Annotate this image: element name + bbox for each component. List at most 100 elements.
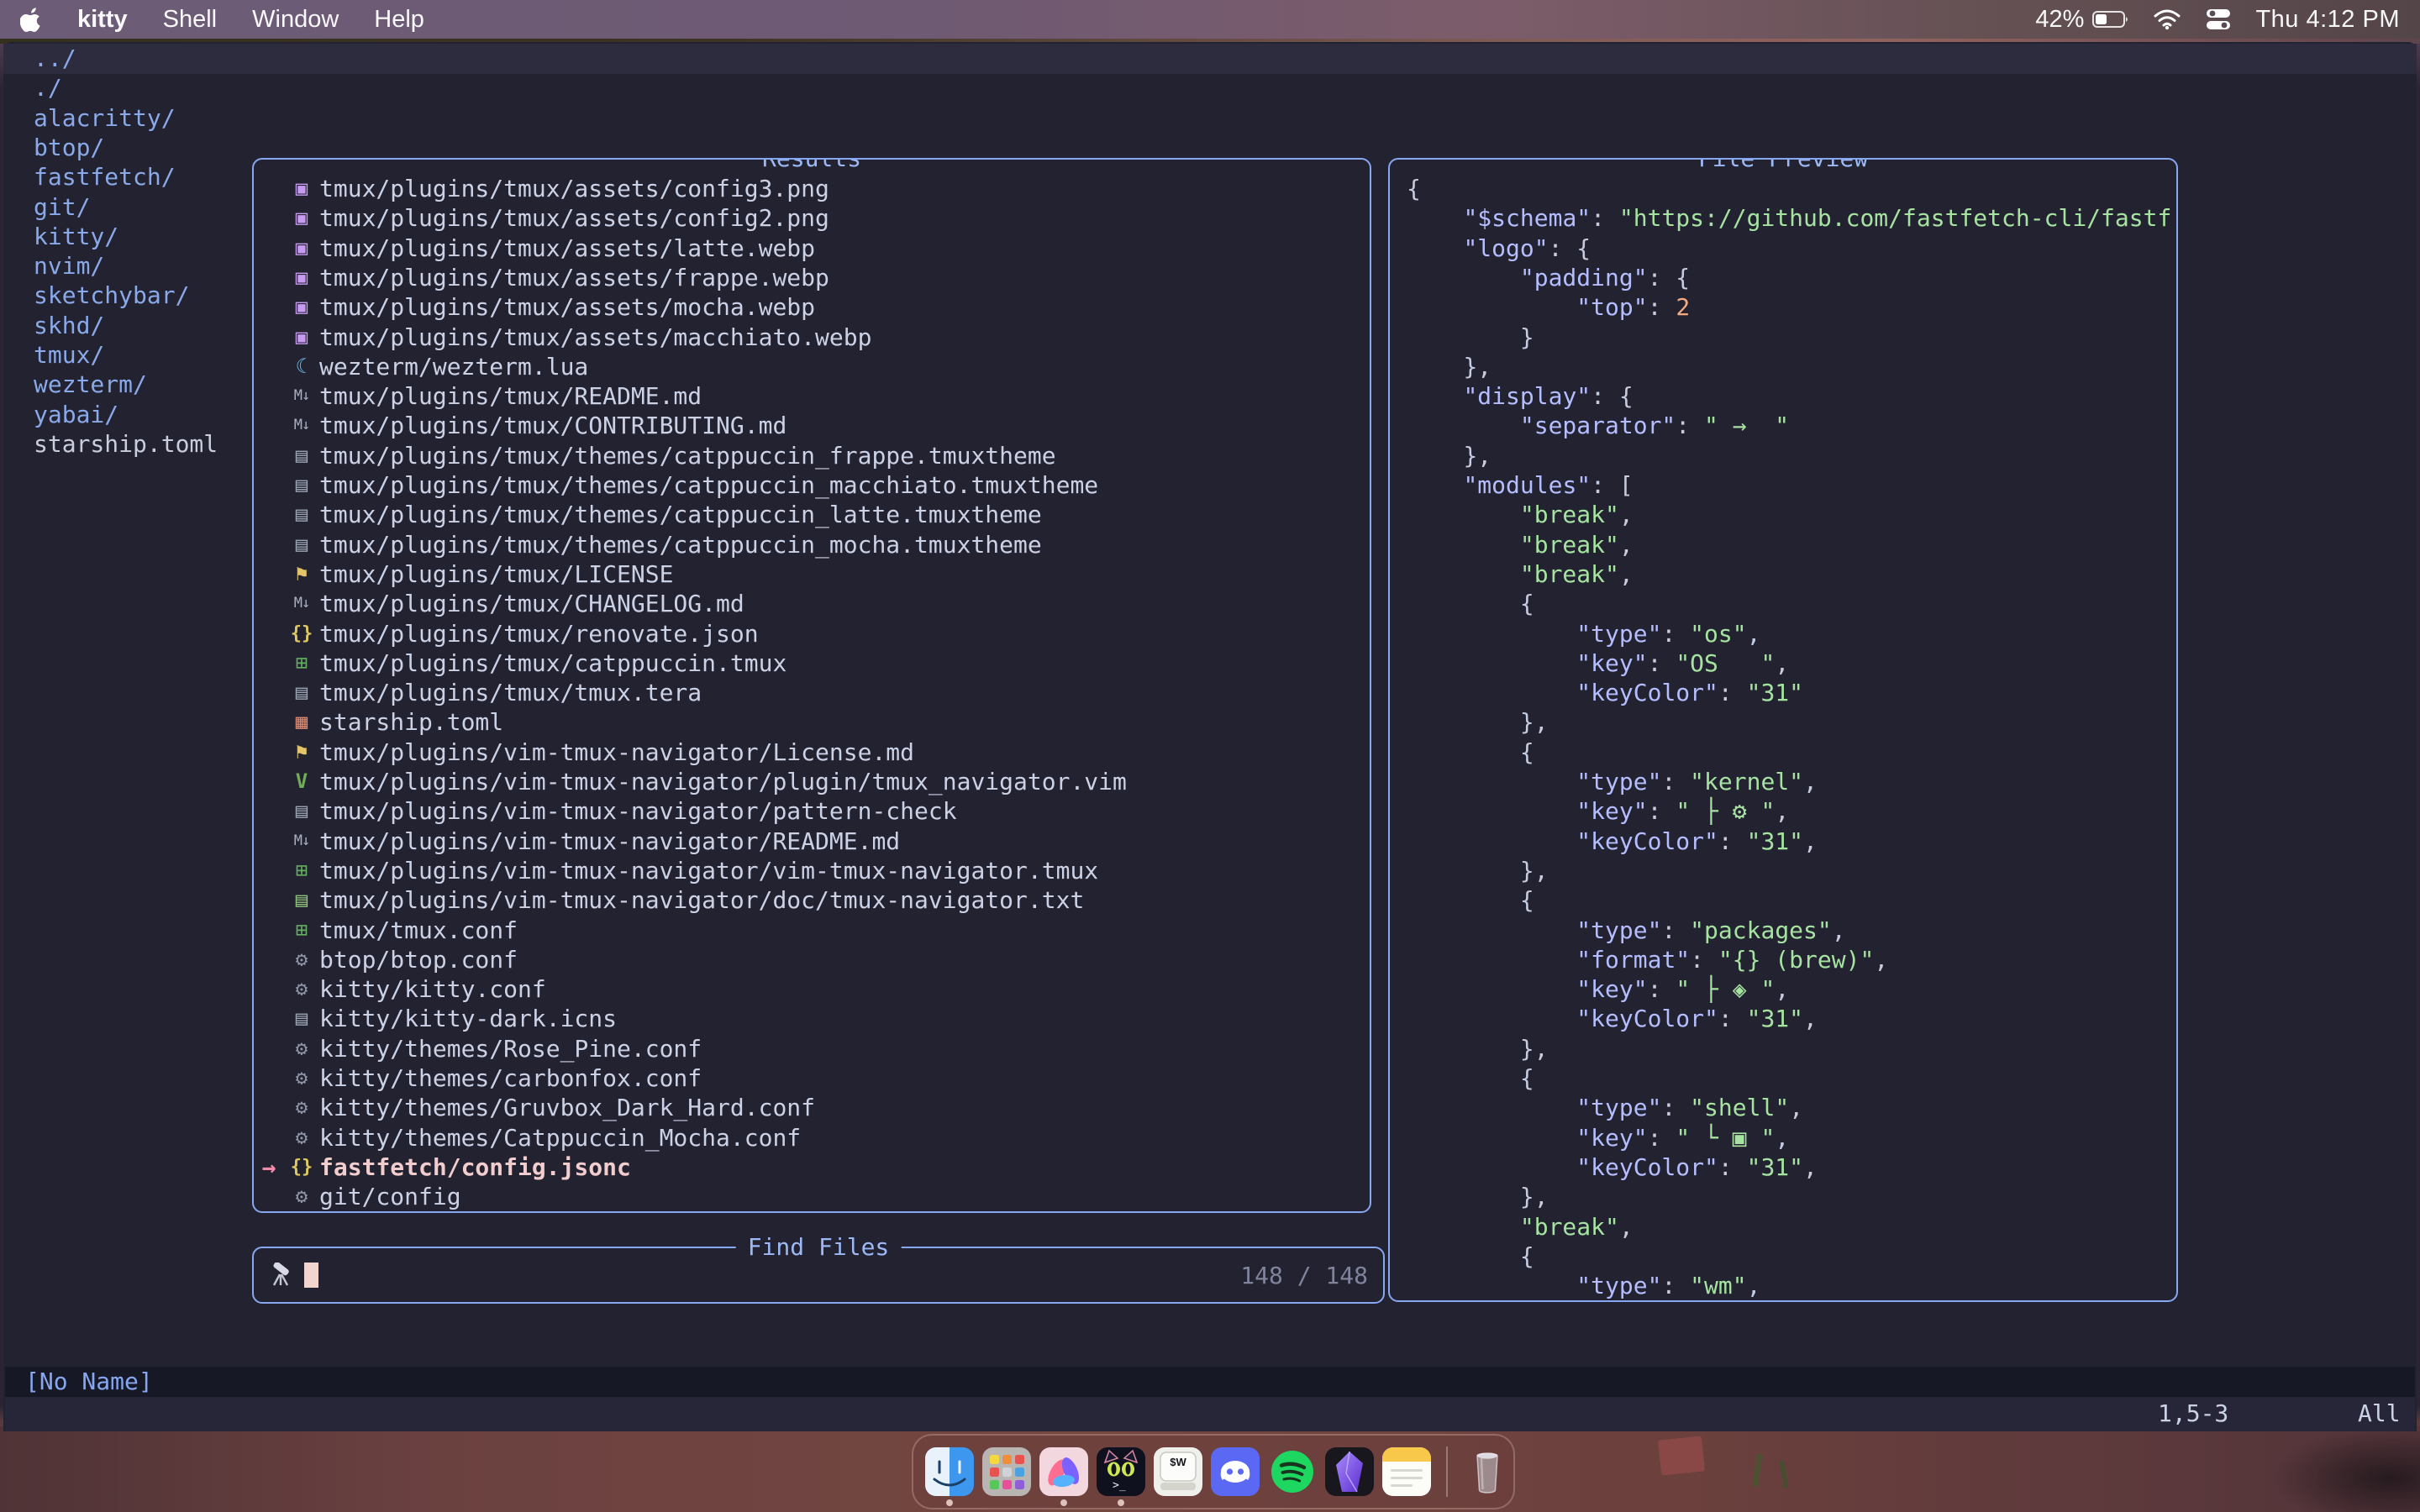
menu-clock[interactable]: Thu 4:12 PM	[2255, 6, 2400, 34]
menu-item-help[interactable]: Help	[374, 6, 424, 34]
sidebar-entry[interactable]: starship.toml	[34, 429, 218, 459]
cursor-position: 1,5-3	[2158, 1397, 2228, 1431]
result-file-path: tmux/plugins/tmux/README.md	[319, 381, 702, 411]
sidebar-entry[interactable]: wezterm/	[34, 370, 147, 399]
sidebar-entry[interactable]: ./	[34, 73, 62, 102]
result-item[interactable]: M↓tmux/plugins/vim-tmux-navigator/README…	[254, 827, 1370, 856]
doc-file-icon: ▤	[284, 796, 319, 826]
sidebar-entry[interactable]: alacritty/	[34, 103, 176, 133]
battery-status[interactable]: 42%	[2035, 6, 2129, 34]
result-file-path: kitty/themes/Gruvbox_Dark_Hard.conf	[319, 1093, 815, 1122]
result-item[interactable]: ☾wezterm/wezterm.lua	[254, 352, 1370, 381]
result-item[interactable]: ⚙kitty/themes/Rose_Pine.conf	[254, 1034, 1370, 1063]
result-item[interactable]: ▣tmux/plugins/tmux/assets/macchiato.webp	[254, 323, 1370, 352]
md-file-icon: M↓	[284, 827, 319, 856]
result-item[interactable]: ▤tmux/plugins/tmux/themes/catppuccin_moc…	[254, 530, 1370, 559]
result-item[interactable]: ▣tmux/plugins/tmux/assets/config3.png	[254, 174, 1370, 203]
doc-file-icon: ▤	[284, 1004, 319, 1033]
result-item[interactable]: {}tmux/plugins/tmux/renovate.json	[254, 619, 1370, 648]
apple-menu-icon[interactable]	[20, 6, 45, 33]
sidebar-entry[interactable]: yabai/	[34, 400, 118, 429]
result-item[interactable]: M↓tmux/plugins/tmux/README.md	[254, 381, 1370, 411]
result-item[interactable]: ▤kitty/kitty-dark.icns	[254, 1004, 1370, 1033]
result-item[interactable]: ▣tmux/plugins/tmux/assets/latte.webp	[254, 234, 1370, 263]
preview-code-line: "break",	[1407, 530, 1634, 559]
menu-item-window[interactable]: Window	[252, 6, 339, 34]
result-item[interactable]: ▣tmux/plugins/tmux/assets/config2.png	[254, 203, 1370, 233]
result-item[interactable]: ⊞tmux/plugins/tmux/catppuccin.tmux	[254, 648, 1370, 678]
sidebar-entry[interactable]: nvim/	[34, 251, 104, 281]
doc-file-icon: ▤	[284, 678, 319, 707]
gear-file-icon: ⚙	[284, 974, 319, 1004]
result-item[interactable]: Vtmux/plugins/vim-tmux-navigator/plugin/…	[254, 767, 1370, 796]
wifi-icon[interactable]	[2153, 8, 2181, 30]
result-file-path: tmux/plugins/tmux/CONTRIBUTING.md	[319, 411, 786, 440]
txt-file-icon: ▤	[284, 885, 319, 915]
result-item[interactable]: ⚙kitty/themes/Gruvbox_Dark_Hard.conf	[254, 1093, 1370, 1122]
result-file-path: starship.toml	[319, 707, 503, 737]
dock-item-kitty[interactable]: >_	[1097, 1436, 1145, 1508]
preview-code-line: "$schema": "https://github.com/fastfetch…	[1407, 203, 2171, 233]
result-file-path: tmux/plugins/tmux/assets/config2.png	[319, 203, 829, 233]
dock-item-obsidian[interactable]	[1325, 1436, 1374, 1508]
result-item[interactable]: ⚑tmux/plugins/tmux/LICENSE	[254, 559, 1370, 589]
result-item[interactable]: ▤tmux/plugins/tmux/tmux.tera	[254, 678, 1370, 707]
result-item[interactable]: ▤tmux/plugins/tmux/themes/catppuccin_lat…	[254, 500, 1370, 529]
preview-code-line: "keyColor": "31",	[1407, 1004, 1818, 1033]
dock-item-arc[interactable]	[1039, 1436, 1088, 1508]
result-item[interactable]: M↓tmux/plugins/tmux/CONTRIBUTING.md	[254, 411, 1370, 440]
result-item[interactable]: ▤tmux/plugins/tmux/themes/catppuccin_mac…	[254, 470, 1370, 500]
result-item-selected[interactable]: →{}fastfetch/config.jsonc	[254, 1152, 1370, 1182]
result-item[interactable]: ⚙kitty/themes/carbonfox.conf	[254, 1063, 1370, 1093]
dock-item-spotify[interactable]	[1268, 1436, 1317, 1508]
kitty-terminal-window[interactable]: .././alacritty/btop/fastfetch/git/kitty/…	[3, 42, 2417, 1431]
dock-item-trash[interactable]	[1463, 1436, 1512, 1508]
sidebar-entry[interactable]: git/	[34, 192, 90, 222]
sidebar-entry[interactable]: kitty/	[34, 222, 118, 251]
result-item[interactable]: ⚙kitty/kitty.conf	[254, 974, 1370, 1004]
result-item[interactable]: ⚙git/config	[254, 1182, 1370, 1211]
preview-code-line: "type": "kernel",	[1407, 767, 1818, 796]
preview-code-line: {	[1407, 174, 1421, 203]
result-item[interactable]: ⚙btop/btop.conf	[254, 945, 1370, 974]
dock-item-launchpad[interactable]	[982, 1436, 1031, 1508]
sidebar-entry[interactable]: fastfetch/	[34, 162, 176, 192]
sidebar-entry[interactable]: tmux/	[34, 340, 104, 370]
img-file-icon: ▣	[284, 234, 319, 263]
result-item[interactable]: M↓tmux/plugins/tmux/CHANGELOG.md	[254, 589, 1370, 618]
result-item[interactable]: ▦starship.toml	[254, 707, 1370, 737]
preview-code-line: "type": "shell",	[1407, 1093, 1803, 1122]
menu-app-name[interactable]: kitty	[77, 6, 128, 34]
preview-code-line: "padding": {	[1407, 263, 1690, 292]
result-file-path: tmux/plugins/tmux/assets/mocha.webp	[319, 292, 815, 322]
dock-item-discord[interactable]	[1211, 1436, 1260, 1508]
result-file-path: tmux/plugins/tmux/assets/config3.png	[319, 174, 829, 203]
result-item[interactable]: ⚙kitty/themes/Catppuccin_Mocha.conf	[254, 1123, 1370, 1152]
result-item[interactable]: ▣tmux/plugins/tmux/assets/frappe.webp	[254, 263, 1370, 292]
sidebar-entry[interactable]: ../	[34, 44, 76, 73]
control-center-icon[interactable]	[2205, 8, 2232, 30]
preview-code-line: "display": {	[1407, 381, 1634, 411]
dock-item-notes[interactable]	[1382, 1436, 1431, 1508]
preview-code-line: "break",	[1407, 559, 1634, 589]
result-item[interactable]: ▣tmux/plugins/tmux/assets/mocha.webp	[254, 292, 1370, 322]
dock-item-finder[interactable]	[925, 1436, 974, 1508]
result-file-path: wezterm/wezterm.lua	[319, 352, 588, 381]
result-item[interactable]: ▤tmux/plugins/tmux/themes/catppuccin_fra…	[254, 441, 1370, 470]
sidebar-entry[interactable]: skhd/	[34, 311, 104, 340]
dock-item-superwhisper[interactable]: $W	[1154, 1436, 1202, 1508]
result-item[interactable]: ▤tmux/plugins/vim-tmux-navigator/pattern…	[254, 796, 1370, 826]
result-item[interactable]: ⚑tmux/plugins/vim-tmux-navigator/License…	[254, 738, 1370, 767]
notes-app-icon	[1382, 1447, 1431, 1496]
sidebar-entry[interactable]: btop/	[34, 133, 104, 162]
preview-code-line: "key": " └ ▣ ",	[1407, 1123, 1789, 1152]
result-item[interactable]: ⊞tmux/tmux.conf	[254, 916, 1370, 945]
menu-bar: kitty Shell Window Help 42%	[0, 0, 2420, 39]
result-item[interactable]: ⊞tmux/plugins/vim-tmux-navigator/vim-tmu…	[254, 856, 1370, 885]
running-indicator-dot	[1118, 1499, 1124, 1506]
result-file-path: btop/btop.conf	[319, 945, 518, 974]
sidebar-entry[interactable]: sketchybar/	[34, 281, 189, 310]
menu-item-shell[interactable]: Shell	[163, 6, 218, 34]
result-item[interactable]: ▤tmux/plugins/vim-tmux-navigator/doc/tmu…	[254, 885, 1370, 915]
find-files-prompt[interactable]: Find Files 148 / 148	[252, 1247, 1385, 1304]
